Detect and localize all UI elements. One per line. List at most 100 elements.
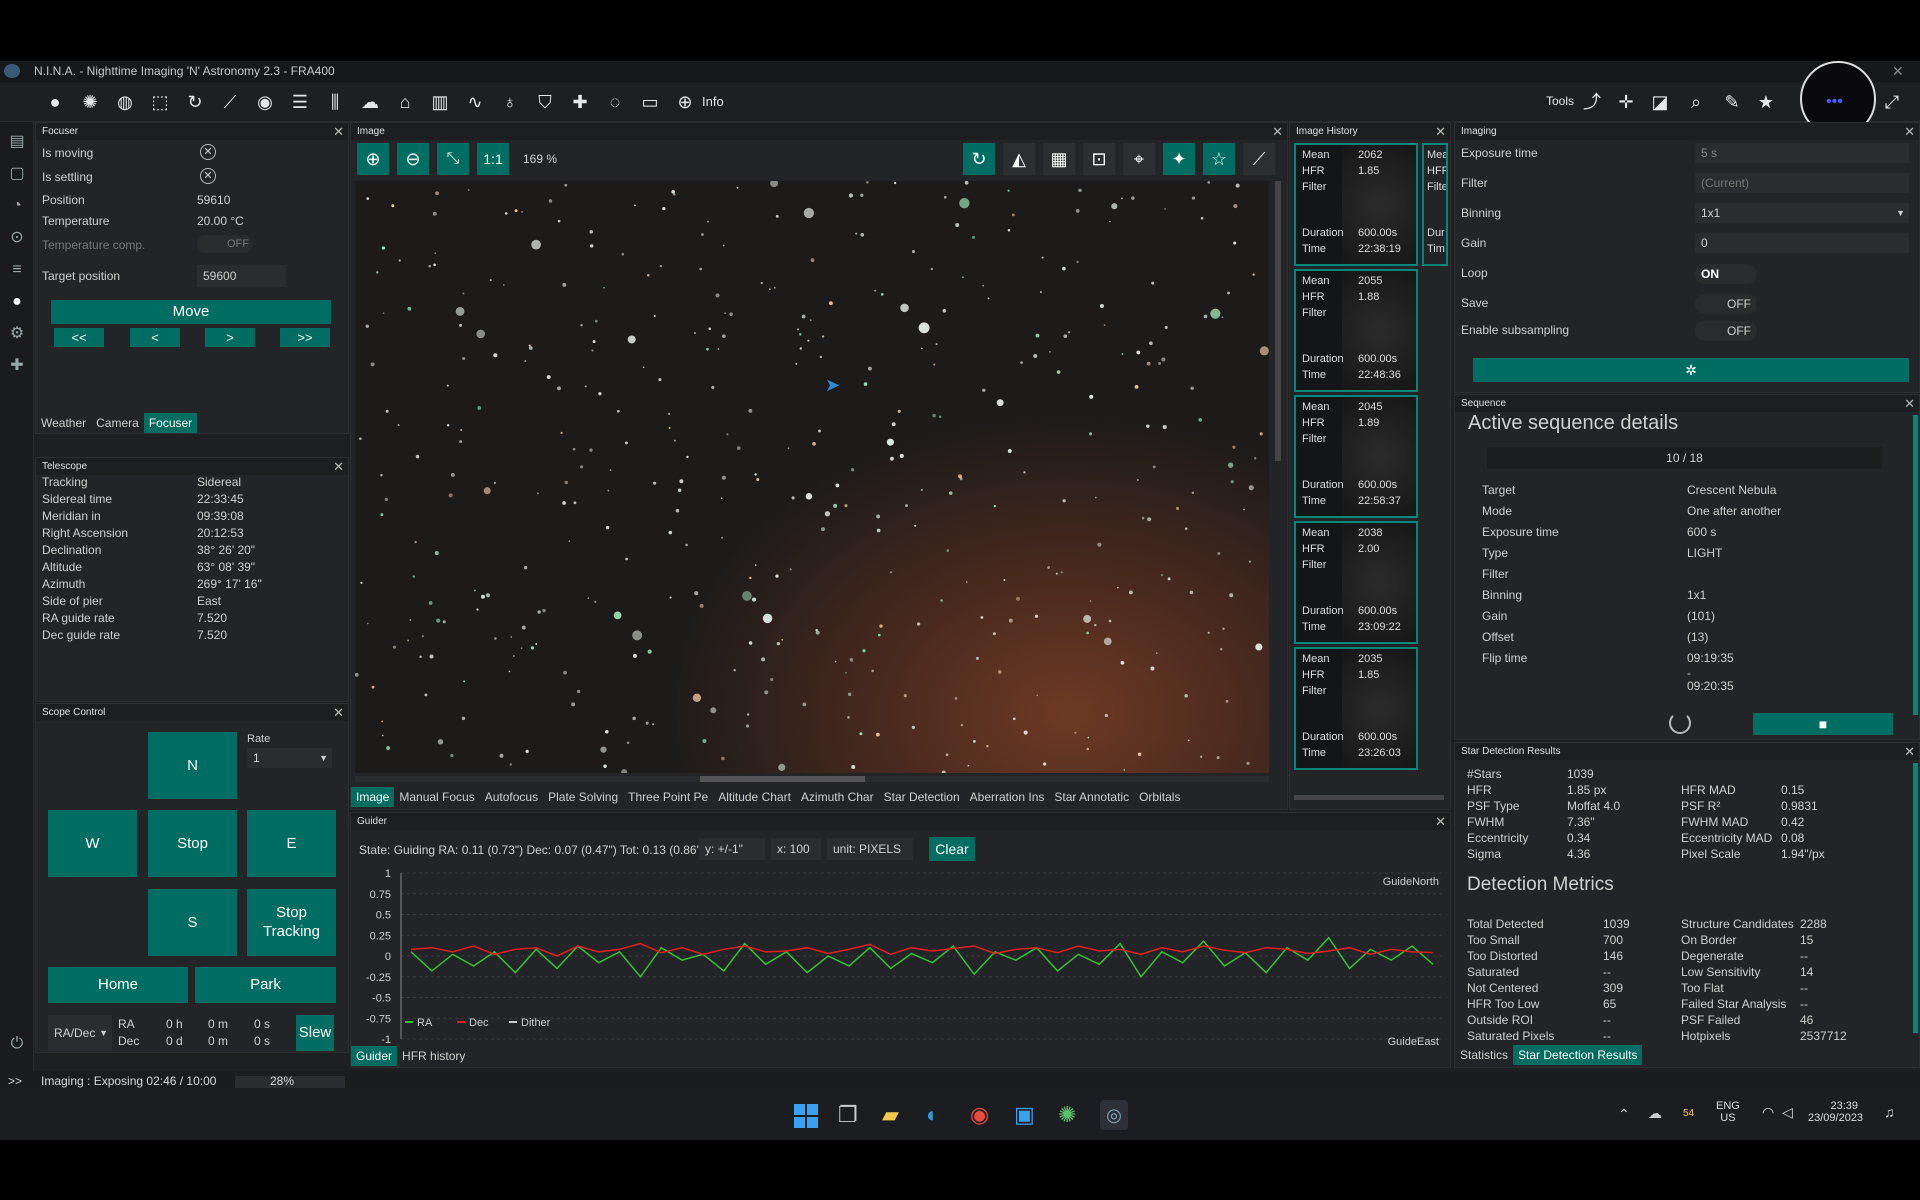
tab-image-7[interactable]: Star Detection [879, 787, 965, 807]
move-far-in-button[interactable]: << [54, 328, 104, 347]
nina-taskbar-icon[interactable]: ◎ [1100, 1100, 1128, 1130]
flats-icon[interactable]: ◔ [5, 194, 29, 218]
home-button[interactable]: Home [48, 967, 188, 1003]
annotate-icon[interactable]: ⟋ [1243, 143, 1275, 175]
image-vscroll[interactable] [1275, 181, 1281, 461]
move-far-out-button[interactable]: >> [280, 328, 330, 347]
tab-image-6[interactable]: Azimuth Char [796, 787, 879, 807]
wifi-icon[interactable]: ◠ [1762, 1104, 1774, 1121]
chevron-up-icon[interactable]: ⌃ [1618, 1106, 1630, 1123]
ra-hours-input[interactable]: 0 h [166, 1017, 183, 1031]
focuser-icon[interactable]: ⬚ [148, 90, 172, 114]
coord-mode-select[interactable]: RA/Dec ▼ [48, 1015, 112, 1051]
filter-select[interactable]: (Current) [1695, 173, 1909, 193]
close-window-icon[interactable]: ✕ [1892, 61, 1904, 82]
x-scale-select[interactable]: x: 100 [771, 838, 821, 860]
park-button[interactable]: Park [195, 967, 336, 1003]
info-label[interactable]: Info [702, 94, 724, 109]
windows-start-icon[interactable] [794, 1104, 818, 1128]
file-explorer-icon[interactable]: ▰ [882, 1102, 899, 1128]
tab-image-2[interactable]: Autofocus [480, 787, 543, 807]
flip-icon[interactable]: ◭ [1003, 143, 1035, 175]
tab-statistics[interactable]: Statistics [1455, 1045, 1513, 1065]
stop-tracking-button[interactable]: Stop Tracking [247, 889, 336, 956]
tab-image-4[interactable]: Three Point Pe [623, 787, 713, 807]
south-button[interactable]: S [148, 889, 237, 956]
info-icon[interactable]: ⊕ [673, 90, 697, 114]
refresh-icon[interactable]: ↻ [963, 143, 995, 175]
clear-button[interactable]: Clear [929, 837, 975, 861]
filter-wheel-icon[interactable]: ◍ [113, 90, 137, 114]
search-icon[interactable]: ⌕ [1684, 90, 1708, 114]
guider-icon[interactable]: ◉ [253, 90, 277, 114]
options-icon[interactable]: ⚙ [5, 322, 29, 346]
dec-degrees-input[interactable]: 0 d [166, 1034, 183, 1048]
chart-icon[interactable]: ▥ [428, 90, 452, 114]
close-icon[interactable]: ✕ [1904, 743, 1915, 760]
guide-graph-icon[interactable]: ∿ [463, 90, 487, 114]
one-to-one-button[interactable]: 1:1 [477, 143, 509, 175]
image-scrollbar[interactable] [355, 776, 1269, 782]
history-item[interactable]: Mean HFR Filter Duration Time 2062 1.85 600.00s… [1294, 143, 1418, 266]
rotator-icon[interactable]: ↻ [183, 90, 207, 114]
dec-seconds-input[interactable]: 0 s [254, 1034, 270, 1048]
task-view-icon[interactable]: ❐ [838, 1102, 858, 1128]
history-item[interactable]: Mean HFR Filter Duration Time 2038 2.00 600.00s… [1294, 521, 1418, 644]
tab-focuser[interactable]: Focuser [143, 413, 198, 433]
store-icon[interactable]: ▣ [1014, 1102, 1035, 1128]
sky-atlas-icon[interactable]: ⊙ [5, 226, 29, 250]
tab-camera[interactable]: Camera [91, 413, 144, 433]
notification-icon[interactable]: ♫ [1884, 1104, 1895, 1120]
capture-button[interactable]: ✲ [1473, 358, 1909, 382]
close-icon[interactable]: ✕ [1272, 123, 1283, 140]
history-item[interactable]: Mean HFR Filter Duration Time 2055 1.88 600.00s… [1294, 269, 1418, 392]
tab-star-detection-results[interactable]: Star Detection Results [1513, 1045, 1643, 1065]
imaging-icon[interactable]: ● [5, 290, 29, 314]
ruler-icon[interactable]: ◪ [1648, 90, 1672, 114]
close-icon[interactable]: ✕ [1904, 123, 1915, 140]
tab-image-0[interactable]: Image [351, 787, 395, 807]
close-icon[interactable]: ✕ [333, 123, 344, 140]
clock[interactable]: 23:39 23/09/2023 [1808, 1100, 1863, 1124]
expand-icon[interactable]: ⤢ [1880, 90, 1904, 114]
telescope-icon[interactable]: ⟋ [218, 90, 242, 114]
close-icon[interactable]: ✕ [333, 704, 344, 721]
close-icon[interactable]: ✕ [1435, 123, 1446, 140]
plugins-icon[interactable]: ✚ [5, 354, 29, 378]
bulb-icon[interactable]: ♁ [498, 90, 522, 114]
east-button[interactable]: E [247, 810, 336, 877]
move-out-button[interactable]: > [205, 328, 255, 347]
temp-comp-toggle[interactable]: OFF [197, 235, 253, 253]
flat-panel-icon[interactable]: ◌ [603, 90, 627, 114]
north-button[interactable]: N [148, 732, 237, 799]
history-item-peek[interactable]: Mea HFF Filte Dur Tim [1422, 143, 1448, 266]
grid-icon[interactable]: ▦ [1043, 143, 1075, 175]
ra-seconds-input[interactable]: 0 s [254, 1017, 270, 1031]
tab-image-5[interactable]: Altitude Chart [713, 787, 796, 807]
tools-label[interactable]: Tools [1546, 94, 1574, 108]
roi-icon[interactable]: ⊡ [1083, 143, 1115, 175]
binning-select[interactable]: 1x1 ▼ [1695, 203, 1909, 223]
tab-image-8[interactable]: Aberration Ins [965, 787, 1050, 807]
y-scale-select[interactable]: y: +/-1" [699, 838, 765, 860]
gain-input[interactable]: 0 [1695, 233, 1909, 253]
auto-stretch-icon[interactable]: ✦ [1163, 143, 1195, 175]
sequence-scrollbar[interactable] [1913, 415, 1918, 715]
image-icon[interactable]: ▭ [638, 90, 662, 114]
sequence-icon[interactable]: ≡ [5, 258, 29, 282]
crosshair-icon[interactable]: ⌖ [1123, 143, 1155, 175]
dome-icon[interactable]: ⌂ [393, 90, 417, 114]
zoom-out-icon[interactable]: ⊖ [397, 143, 429, 175]
history-scrollbar[interactable] [1294, 795, 1444, 800]
tab-guider[interactable]: Guider [351, 1046, 398, 1066]
fit-icon[interactable]: ⤡ [437, 143, 469, 175]
edge-icon[interactable]: ◐ [926, 1102, 939, 1128]
safety-icon[interactable]: ⛉ [533, 90, 557, 114]
power-icon[interactable]: ⏻ [5, 1032, 29, 1056]
tab-image-9[interactable]: Star Annotatic [1049, 787, 1134, 807]
close-icon[interactable]: ✕ [333, 458, 344, 475]
tool-1-icon[interactable]: ⤴ [1580, 90, 1604, 114]
framing-icon[interactable]: ▢ [5, 162, 29, 186]
target-position-input[interactable]: 59600 [197, 265, 286, 287]
phd2-icon[interactable]: ✺ [1058, 1102, 1076, 1128]
